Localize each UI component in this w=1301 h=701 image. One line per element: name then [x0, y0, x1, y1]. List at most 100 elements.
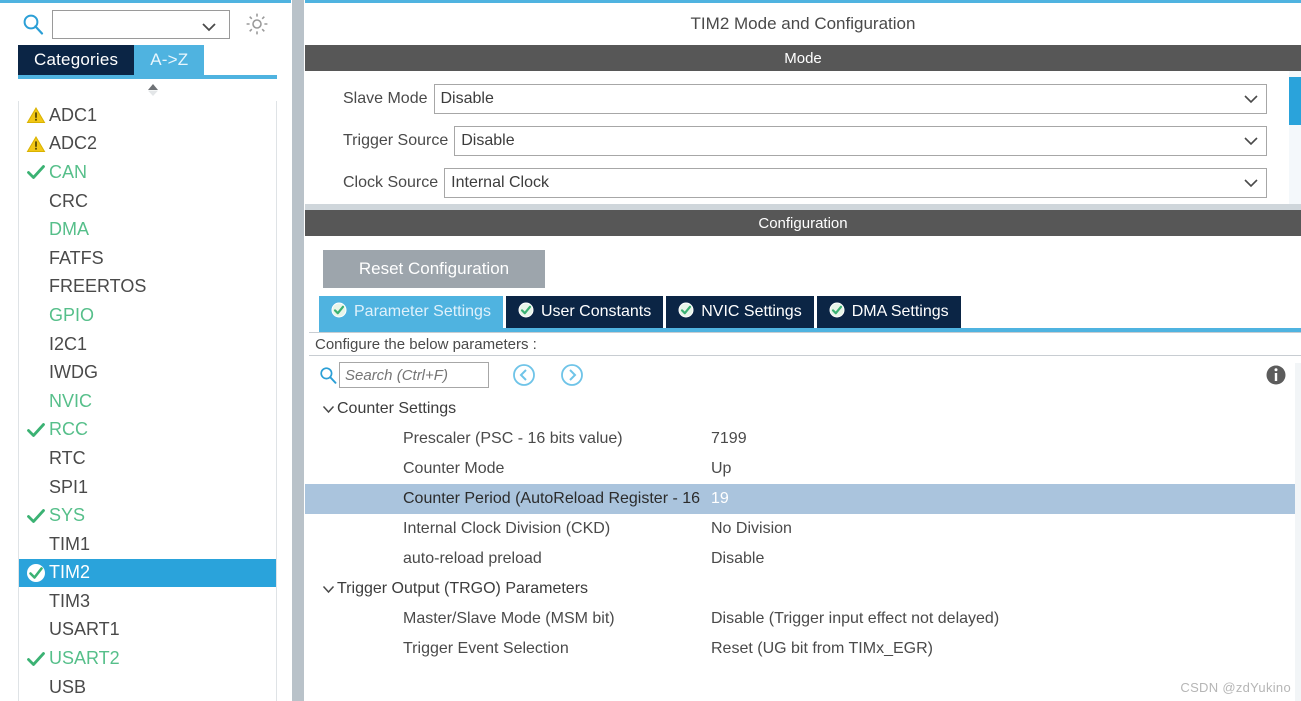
cubemx-window: Categories A->Z ADC1 ADC2 CAN CRC DMA FATFS FR…	[0, 0, 1301, 701]
chevron-down-icon[interactable]	[1236, 136, 1266, 146]
sidebar-item-freertos[interactable]: FREERTOS	[19, 273, 276, 302]
chevron-down-icon[interactable]	[1236, 94, 1266, 104]
sidebar-item-label: USART1	[49, 619, 120, 640]
mode-row-trigger-source: Trigger Source Disable	[305, 125, 1301, 157]
mode-row-slave-mode: Slave Mode Disable	[305, 83, 1301, 115]
sidebar-item-adc1[interactable]: ADC1	[19, 101, 276, 130]
table-row[interactable]: Prescaler (PSC - 16 bits value) 7199	[305, 424, 1301, 454]
tab-label: Parameter Settings	[354, 303, 491, 320]
page-title: TIM2 Mode and Configuration	[305, 3, 1301, 45]
sidebar-item-label: RCC	[49, 419, 88, 440]
sidebar-item-nvic[interactable]: NVIC	[19, 387, 276, 416]
sidebar-item-rcc[interactable]: RCC	[19, 416, 276, 445]
param-name: auto-reload preload	[403, 550, 542, 567]
configuration-section-label: Configuration	[758, 214, 848, 232]
sidebar-item-spi1[interactable]: SPI1	[19, 473, 276, 502]
sidebar-item-usb[interactable]: USB	[19, 673, 276, 701]
search-input[interactable]	[53, 15, 201, 33]
sidebar-item-can[interactable]: CAN	[19, 158, 276, 187]
sidebar-item-label: USART2	[49, 648, 120, 669]
chevron-left-circle-icon[interactable]	[511, 362, 537, 388]
check-icon	[23, 162, 49, 182]
param-value[interactable]: Reset (UG bit from TIMx_EGR)	[705, 640, 1301, 658]
sidebar-search-combo[interactable]	[52, 9, 230, 39]
param-value[interactable]: 19	[705, 490, 1301, 508]
chevron-down-icon[interactable]	[201, 19, 217, 32]
panel-splitter[interactable]	[291, 0, 305, 701]
sidebar-item-fatfs[interactable]: FATFS	[19, 244, 276, 273]
sidebar-tab-a-to-z[interactable]: A->Z	[134, 45, 205, 75]
sidebar-item-tim1[interactable]: TIM1	[19, 530, 276, 559]
table-row[interactable]: Master/Slave Mode (MSM bit) Disable (Trig…	[305, 604, 1301, 634]
check-circle-icon	[829, 302, 845, 323]
sidebar-item-label: TIM1	[49, 533, 91, 554]
mode-section-header: Mode	[305, 45, 1301, 71]
tab-parameter-settings[interactable]: Parameter Settings	[319, 296, 503, 328]
clock-source-select[interactable]: Internal Clock	[444, 168, 1267, 198]
param-value[interactable]: Up	[705, 460, 1301, 478]
sidebar-item-tim2[interactable]: TIM2	[19, 558, 276, 588]
chevron-down-icon[interactable]	[319, 405, 337, 414]
reset-button-wrap: Reset Configuration	[305, 236, 1301, 296]
sidebar-item-usart2[interactable]: USART2	[19, 644, 276, 673]
clock-source-label: Clock Source	[343, 174, 439, 191]
sidebar-item-dma[interactable]: DMA	[19, 215, 276, 244]
param-value[interactable]: Disable	[705, 550, 1301, 568]
configure-note: Configure the below parameters :	[309, 332, 1301, 356]
sidebar-item-label: USB	[49, 676, 87, 697]
info-icon[interactable]	[1263, 362, 1289, 388]
sidebar-item-adc2[interactable]: ADC2	[19, 130, 276, 159]
sidebar-item-usart1[interactable]: USART1	[19, 616, 276, 645]
parameter-search-input[interactable]	[339, 362, 489, 388]
param-name: Trigger Event Selection	[403, 640, 569, 657]
search-icon[interactable]	[22, 13, 44, 35]
check-circle-icon	[678, 302, 694, 323]
param-value[interactable]: 7199	[705, 430, 1301, 448]
param-value[interactable]: Disable (Trigger input effect not delaye…	[705, 610, 1301, 628]
sidebar-item-label: TIM2	[49, 562, 91, 583]
param-group-trigger-output-trgo-parameters[interactable]: Trigger Output (TRGO) Parameters	[305, 574, 1301, 604]
param-name: Counter Period (AutoReload Register - 16…	[403, 490, 705, 507]
trigger-source-select[interactable]: Disable	[454, 126, 1267, 156]
tab-user-constants[interactable]: User Constants	[505, 296, 664, 328]
chevron-down-icon[interactable]	[319, 585, 337, 594]
table-row[interactable]: Counter Mode Up	[305, 454, 1301, 484]
sidebar-search-row	[0, 3, 291, 45]
mode-scrollbar-thumb[interactable]	[1289, 77, 1301, 125]
slave-mode-value: Disable	[440, 90, 494, 107]
sidebar-item-crc[interactable]: CRC	[19, 187, 276, 216]
chevron-down-icon[interactable]	[1236, 178, 1266, 188]
parameter-tree[interactable]: Counter Settings Prescaler (PSC - 16 bits…	[305, 394, 1301, 701]
list-sort-spinner[interactable]	[0, 79, 291, 101]
sidebar-item-sys[interactable]: SYS	[19, 501, 276, 530]
gear-icon[interactable]	[244, 11, 270, 37]
slave-mode-select[interactable]: Disable	[433, 84, 1267, 114]
param-group-counter-settings[interactable]: Counter Settings	[305, 394, 1301, 424]
sidebar-item-gpio[interactable]: GPIO	[19, 301, 276, 330]
component-list[interactable]: ADC1 ADC2 CAN CRC DMA FATFS FREERTOS GPIO I2C1 IW…	[18, 101, 277, 701]
check-icon	[23, 649, 49, 669]
sidebar-item-label: NVIC	[49, 390, 93, 411]
tab-dma-settings[interactable]: DMA Settings	[816, 296, 961, 328]
table-row[interactable]: Trigger Event Selection Reset (UG bit fro…	[305, 634, 1301, 664]
search-icon[interactable]	[319, 366, 337, 384]
table-row[interactable]: Counter Period (AutoReload Register - 16…	[305, 484, 1301, 514]
sidebar-item-i2c1[interactable]: I2C1	[19, 330, 276, 359]
sidebar-tab-categories[interactable]: Categories	[18, 45, 135, 75]
parameter-scrollbar[interactable]	[1295, 363, 1301, 701]
table-row[interactable]: auto-reload preload Disable	[305, 544, 1301, 574]
chevron-right-circle-icon[interactable]	[559, 362, 585, 388]
table-row[interactable]: Internal Clock Division (CKD) No Division	[305, 514, 1301, 544]
param-name: Prescaler (PSC - 16 bits value)	[403, 430, 623, 447]
sidebar-item-rtc[interactable]: RTC	[19, 444, 276, 473]
sidebar-item-label: GPIO	[49, 304, 95, 325]
sidebar-item-iwdg[interactable]: IWDG	[19, 358, 276, 387]
clock-source-value: Internal Clock	[451, 174, 549, 191]
component-sidebar: Categories A->Z ADC1 ADC2 CAN CRC DMA FATFS FR…	[0, 0, 291, 701]
reset-configuration-button[interactable]: Reset Configuration	[323, 250, 545, 288]
param-value[interactable]: No Division	[705, 520, 1301, 538]
tab-nvic-settings[interactable]: NVIC Settings	[666, 296, 814, 328]
check-icon	[23, 506, 49, 526]
sidebar-item-tim3[interactable]: TIM3	[19, 587, 276, 616]
warning-icon	[23, 105, 49, 125]
